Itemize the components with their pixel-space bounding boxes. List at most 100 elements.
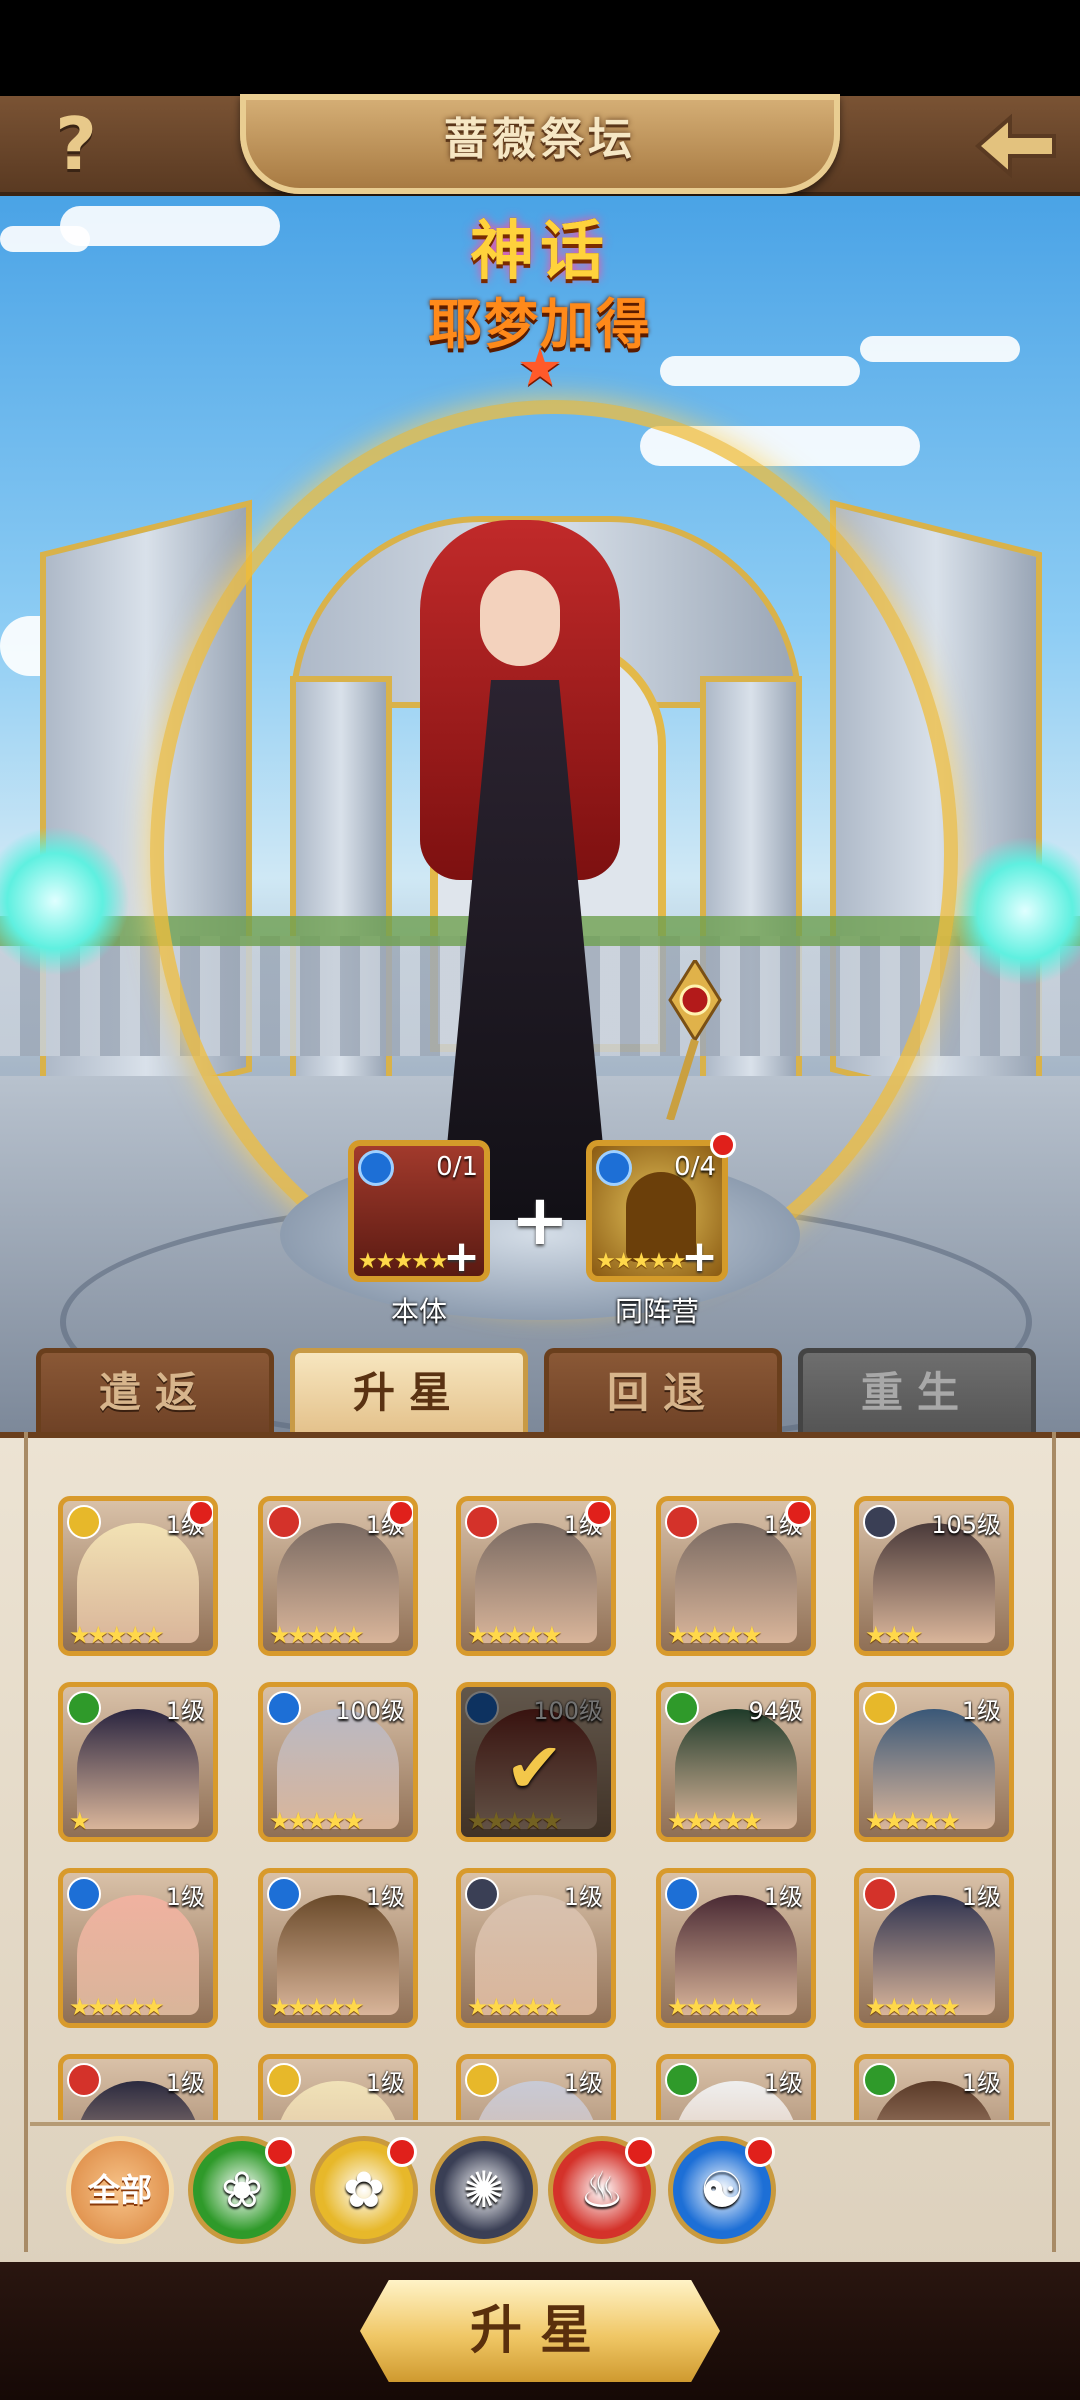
star-faction-icon	[863, 1505, 897, 1539]
notification-dot	[265, 2137, 295, 2167]
hero-level: 94级	[748, 1697, 803, 1725]
notification-dot	[585, 1501, 611, 1527]
filter-fire-button[interactable]: ♨	[548, 2136, 656, 2244]
hero-stars: ★	[69, 1807, 90, 1835]
hero-stars: ★★★★★	[467, 1621, 563, 1649]
hero-stars: ★★★★★	[269, 1621, 365, 1649]
hero-rarity: 神话	[470, 215, 610, 289]
material-stars: ★★★★★	[596, 1249, 687, 1274]
hero-card[interactable]: 1级 ★★★★★	[656, 1496, 816, 1656]
notification-dot	[625, 2137, 655, 2167]
hero-card[interactable]: 1级 ★★★★★	[854, 1682, 1014, 1842]
water-faction-icon	[358, 1150, 394, 1186]
hero-level: 1级	[365, 1883, 405, 1911]
nature-faction-icon	[67, 1691, 101, 1725]
filter-divider	[30, 2122, 1050, 2126]
hero-level: 1级	[763, 2069, 803, 2097]
material-count: 0/4	[674, 1152, 716, 1182]
hero-level: 1级	[165, 1697, 205, 1725]
hero-level: 1级	[961, 2069, 1001, 2097]
fire-faction-icon	[465, 1505, 499, 1539]
hero-level: 1级	[961, 1883, 1001, 1911]
tab-rebirth[interactable]: 重生	[798, 1348, 1036, 1432]
hero-card[interactable]: 1级 ★★★★★	[656, 1868, 816, 2028]
hero-card[interactable]: 100级 ★★★★★	[258, 1682, 418, 1842]
notification-dot	[387, 1501, 413, 1527]
material-label: 同阵营	[614, 1295, 699, 1328]
help-button[interactable]: ?	[40, 104, 112, 184]
hero-card[interactable]: 1级 ★★★★★	[456, 1868, 616, 2028]
hero-level: 105级	[931, 1511, 1001, 1539]
filter-nature-button[interactable]: ❀	[188, 2136, 296, 2244]
back-arrow-icon[interactable]	[970, 106, 1060, 186]
rose-faction-icon	[465, 2063, 499, 2097]
hero-card[interactable]: 1级 ★★★★★	[854, 1868, 1014, 2028]
nature-faction-icon	[665, 2063, 699, 2097]
hero-stars: ★★★★★	[865, 1993, 961, 2021]
hero-level: 1级	[961, 1697, 1001, 1725]
hero-card[interactable]: 1级	[456, 2054, 616, 2120]
tab-dismiss[interactable]: 遣返	[36, 1348, 274, 1432]
rose-faction-icon	[863, 1691, 897, 1725]
hero-card[interactable]: 1级 ★★★★★	[58, 1496, 218, 1656]
hero-level: 1级	[165, 1883, 205, 1911]
hero-level: 1级	[563, 2069, 603, 2097]
star-faction-icon: ✺	[463, 2161, 505, 2219]
faction-filter-bar: 全部 ❀ ✿ ✺ ♨ ☯	[0, 2130, 1080, 2250]
tab-star-up[interactable]: 升星	[290, 1348, 528, 1432]
page-title: 蔷薇祭坛	[444, 114, 636, 165]
water-faction-icon	[267, 1877, 301, 1911]
water-faction-icon	[596, 1150, 632, 1186]
hero-portrait	[77, 1709, 199, 1829]
hero-card[interactable]: 1级 ★★★★★	[456, 1496, 616, 1656]
fire-faction-icon	[863, 1877, 897, 1911]
hero-level: 1级	[165, 2069, 205, 2097]
hero-level: 1级	[563, 1883, 603, 1911]
hero-staff-icon	[666, 960, 722, 1120]
hero-card[interactable]: 1级	[58, 2054, 218, 2120]
notification-dot	[187, 1501, 213, 1527]
hero-stars: ★★★★★	[667, 1807, 763, 1835]
hero-level: 1级	[365, 2069, 405, 2097]
hero-stars: ★★★	[865, 1621, 924, 1649]
filter-all-button[interactable]: 全部	[66, 2136, 174, 2244]
water-faction-icon	[67, 1877, 101, 1911]
hero-card[interactable]: 1级 ★	[58, 1682, 218, 1842]
hero-stars: ★★★★★	[467, 1993, 563, 2021]
fire-faction-icon	[67, 2063, 101, 2097]
hero-card[interactable]: 1级 ★★★★★	[258, 1868, 418, 2028]
rose-faction-icon	[67, 1505, 101, 1539]
hero-card[interactable]: 94级 ★★★★★	[656, 1682, 816, 1842]
hero-card[interactable]: 1级	[656, 2054, 816, 2120]
notification-dot	[710, 1132, 736, 1158]
filter-rose-button[interactable]: ✿	[310, 2136, 418, 2244]
status-bar-area	[0, 0, 1080, 96]
filter-water-button[interactable]: ☯	[668, 2136, 776, 2244]
hero-card[interactable]: 1级 ★★★★★	[258, 1496, 418, 1656]
cloud	[60, 206, 280, 246]
water-faction-icon	[267, 1691, 301, 1725]
hero-card-grid[interactable]: 1级 ★★★★★ 1级 ★★★★★ 1级 ★★★★★ 1级 ★★★★★ 105级 ★★★ 1级 ★ 10…	[0, 1440, 1080, 2120]
filter-star-button[interactable]: ✺	[430, 2136, 538, 2244]
hero-card[interactable]: 105级 ★★★	[854, 1496, 1014, 1656]
star-up-button-label: 升星	[469, 2301, 610, 2361]
hero-stars: ★★★★★	[269, 1993, 365, 2021]
hero-card[interactable]: 1级	[854, 2054, 1014, 2120]
fire-faction-icon	[665, 1505, 699, 1539]
material-slot-faction[interactable]: 0/4 ★★★★★ +	[586, 1140, 728, 1282]
hero-face	[480, 570, 560, 666]
plus-icon: +	[510, 1179, 570, 1261]
cloud	[0, 226, 90, 252]
notification-dot	[785, 1501, 811, 1527]
hero-card[interactable]: 1级 ★★★★★	[58, 1868, 218, 2028]
filter-all-label: 全部	[87, 2171, 152, 2209]
hero-stars: ★★★★★	[865, 1807, 961, 1835]
hero-stars: ★★★★★	[667, 1621, 763, 1649]
add-icon: +	[443, 1231, 480, 1282]
hero-card[interactable]: 1级	[258, 2054, 418, 2120]
fire-faction-icon	[267, 1505, 301, 1539]
hero-star-icon: ★	[516, 338, 564, 398]
hero-card[interactable]: 100级★★★★★✔	[456, 1682, 616, 1842]
tab-revert[interactable]: 回退	[544, 1348, 782, 1432]
material-slot-self[interactable]: 0/1 ★★★★★ +	[348, 1140, 490, 1282]
